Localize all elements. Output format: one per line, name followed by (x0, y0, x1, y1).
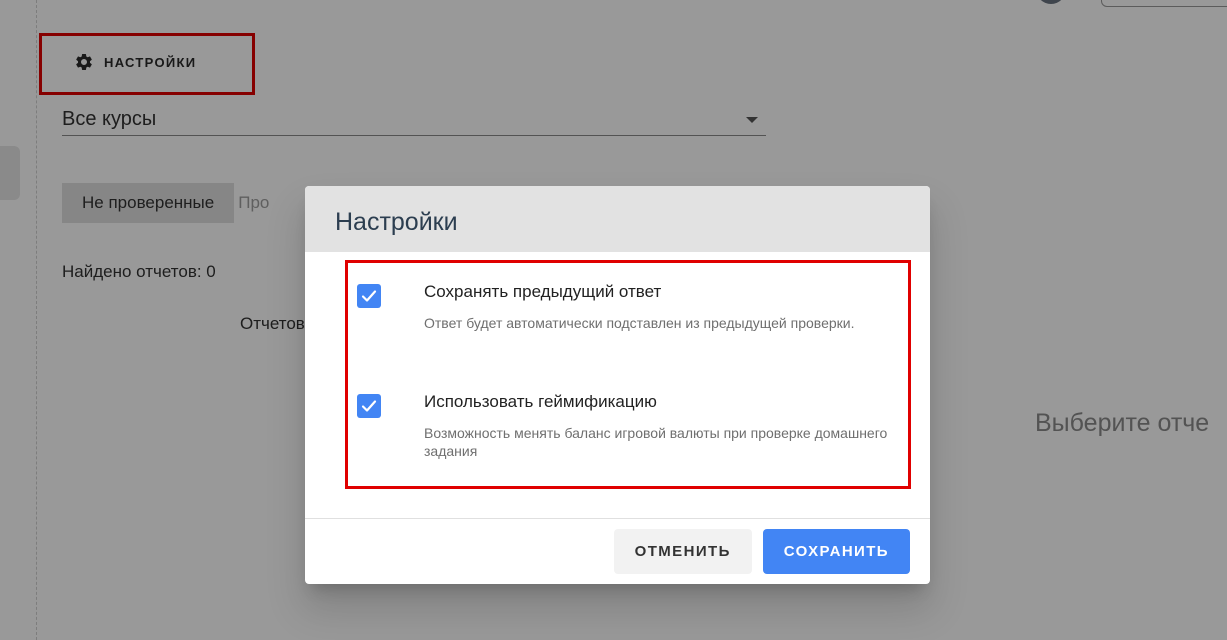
save-button[interactable]: СОХРАНИТЬ (762, 529, 910, 574)
dialog-title: Настройки (335, 208, 458, 236)
dialog-header: Настройки (305, 186, 930, 252)
dialog-actions: ОТМЕНИТЬ СОХРАНИТЬ (613, 529, 910, 574)
cancel-button[interactable]: ОТМЕНИТЬ (613, 529, 752, 574)
dialog-divider (305, 518, 930, 519)
highlight-frame-options (345, 260, 911, 489)
